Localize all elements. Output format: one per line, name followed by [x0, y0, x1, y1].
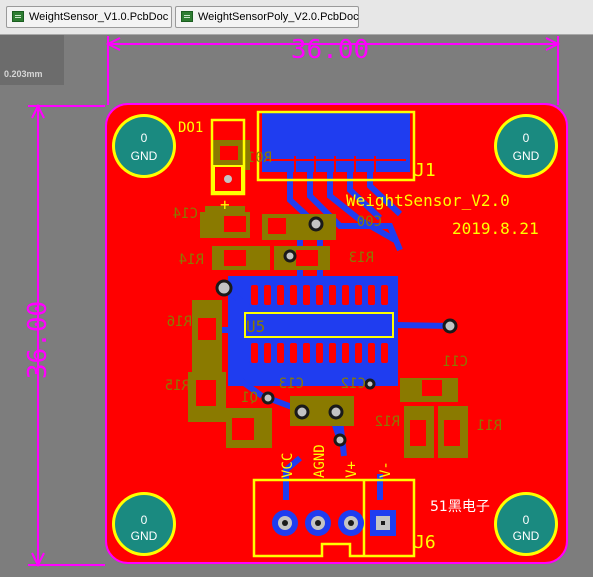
label-j1: J1 — [414, 160, 436, 181]
board-date: 2019.8.21 — [452, 219, 539, 238]
svg-text:C13: C13 — [279, 376, 304, 392]
svg-text:R11: R11 — [477, 418, 502, 434]
svg-text:0: 0 — [523, 131, 530, 145]
svg-text:0: 0 — [141, 131, 148, 145]
svg-text:GND: GND — [131, 529, 158, 543]
label-d01: DO1 — [178, 120, 203, 136]
svg-text:VCC: VCC — [280, 453, 296, 478]
svg-text:C12: C12 — [341, 376, 366, 392]
svg-text:GND: GND — [513, 529, 540, 543]
d01-via — [224, 175, 232, 183]
svg-text:GND: GND — [513, 149, 540, 163]
pcb-drawing[interactable]: 36.00 36.00 0 GND 0 GND 0 GND 0 GND DO1 … — [0, 0, 593, 577]
svg-text:R15: R15 — [165, 378, 190, 394]
svg-text:C00: C00 — [357, 214, 382, 230]
svg-text:V-: V- — [378, 461, 394, 478]
svg-text:0: 0 — [523, 513, 530, 527]
svg-text:V+: V+ — [344, 461, 360, 478]
dimension-vertical-label: 36.00 — [23, 301, 53, 379]
svg-text:C14: C14 — [173, 206, 198, 222]
board-title: WeightSensor_V2.0 — [346, 191, 510, 210]
svg-text:C11: C11 — [443, 354, 468, 370]
label-j6: J6 — [414, 532, 436, 553]
watermark-text: 51黑电子 — [430, 499, 490, 515]
svg-text:AGND: AGND — [312, 444, 328, 478]
svg-text:0: 0 — [141, 513, 148, 527]
dimension-horizontal-label: 36.00 — [291, 35, 369, 65]
svg-text:R12: R12 — [375, 414, 400, 430]
svg-text:R13: R13 — [349, 250, 374, 266]
svg-text:Q1: Q1 — [241, 390, 258, 406]
label-plus: + — [220, 195, 230, 214]
label-u5: U5 — [246, 317, 265, 336]
svg-text:R16: R16 — [167, 314, 192, 330]
svg-text:GND: GND — [131, 149, 158, 163]
svg-text:R01: R01 — [247, 150, 272, 166]
svg-text:R14: R14 — [179, 252, 204, 268]
